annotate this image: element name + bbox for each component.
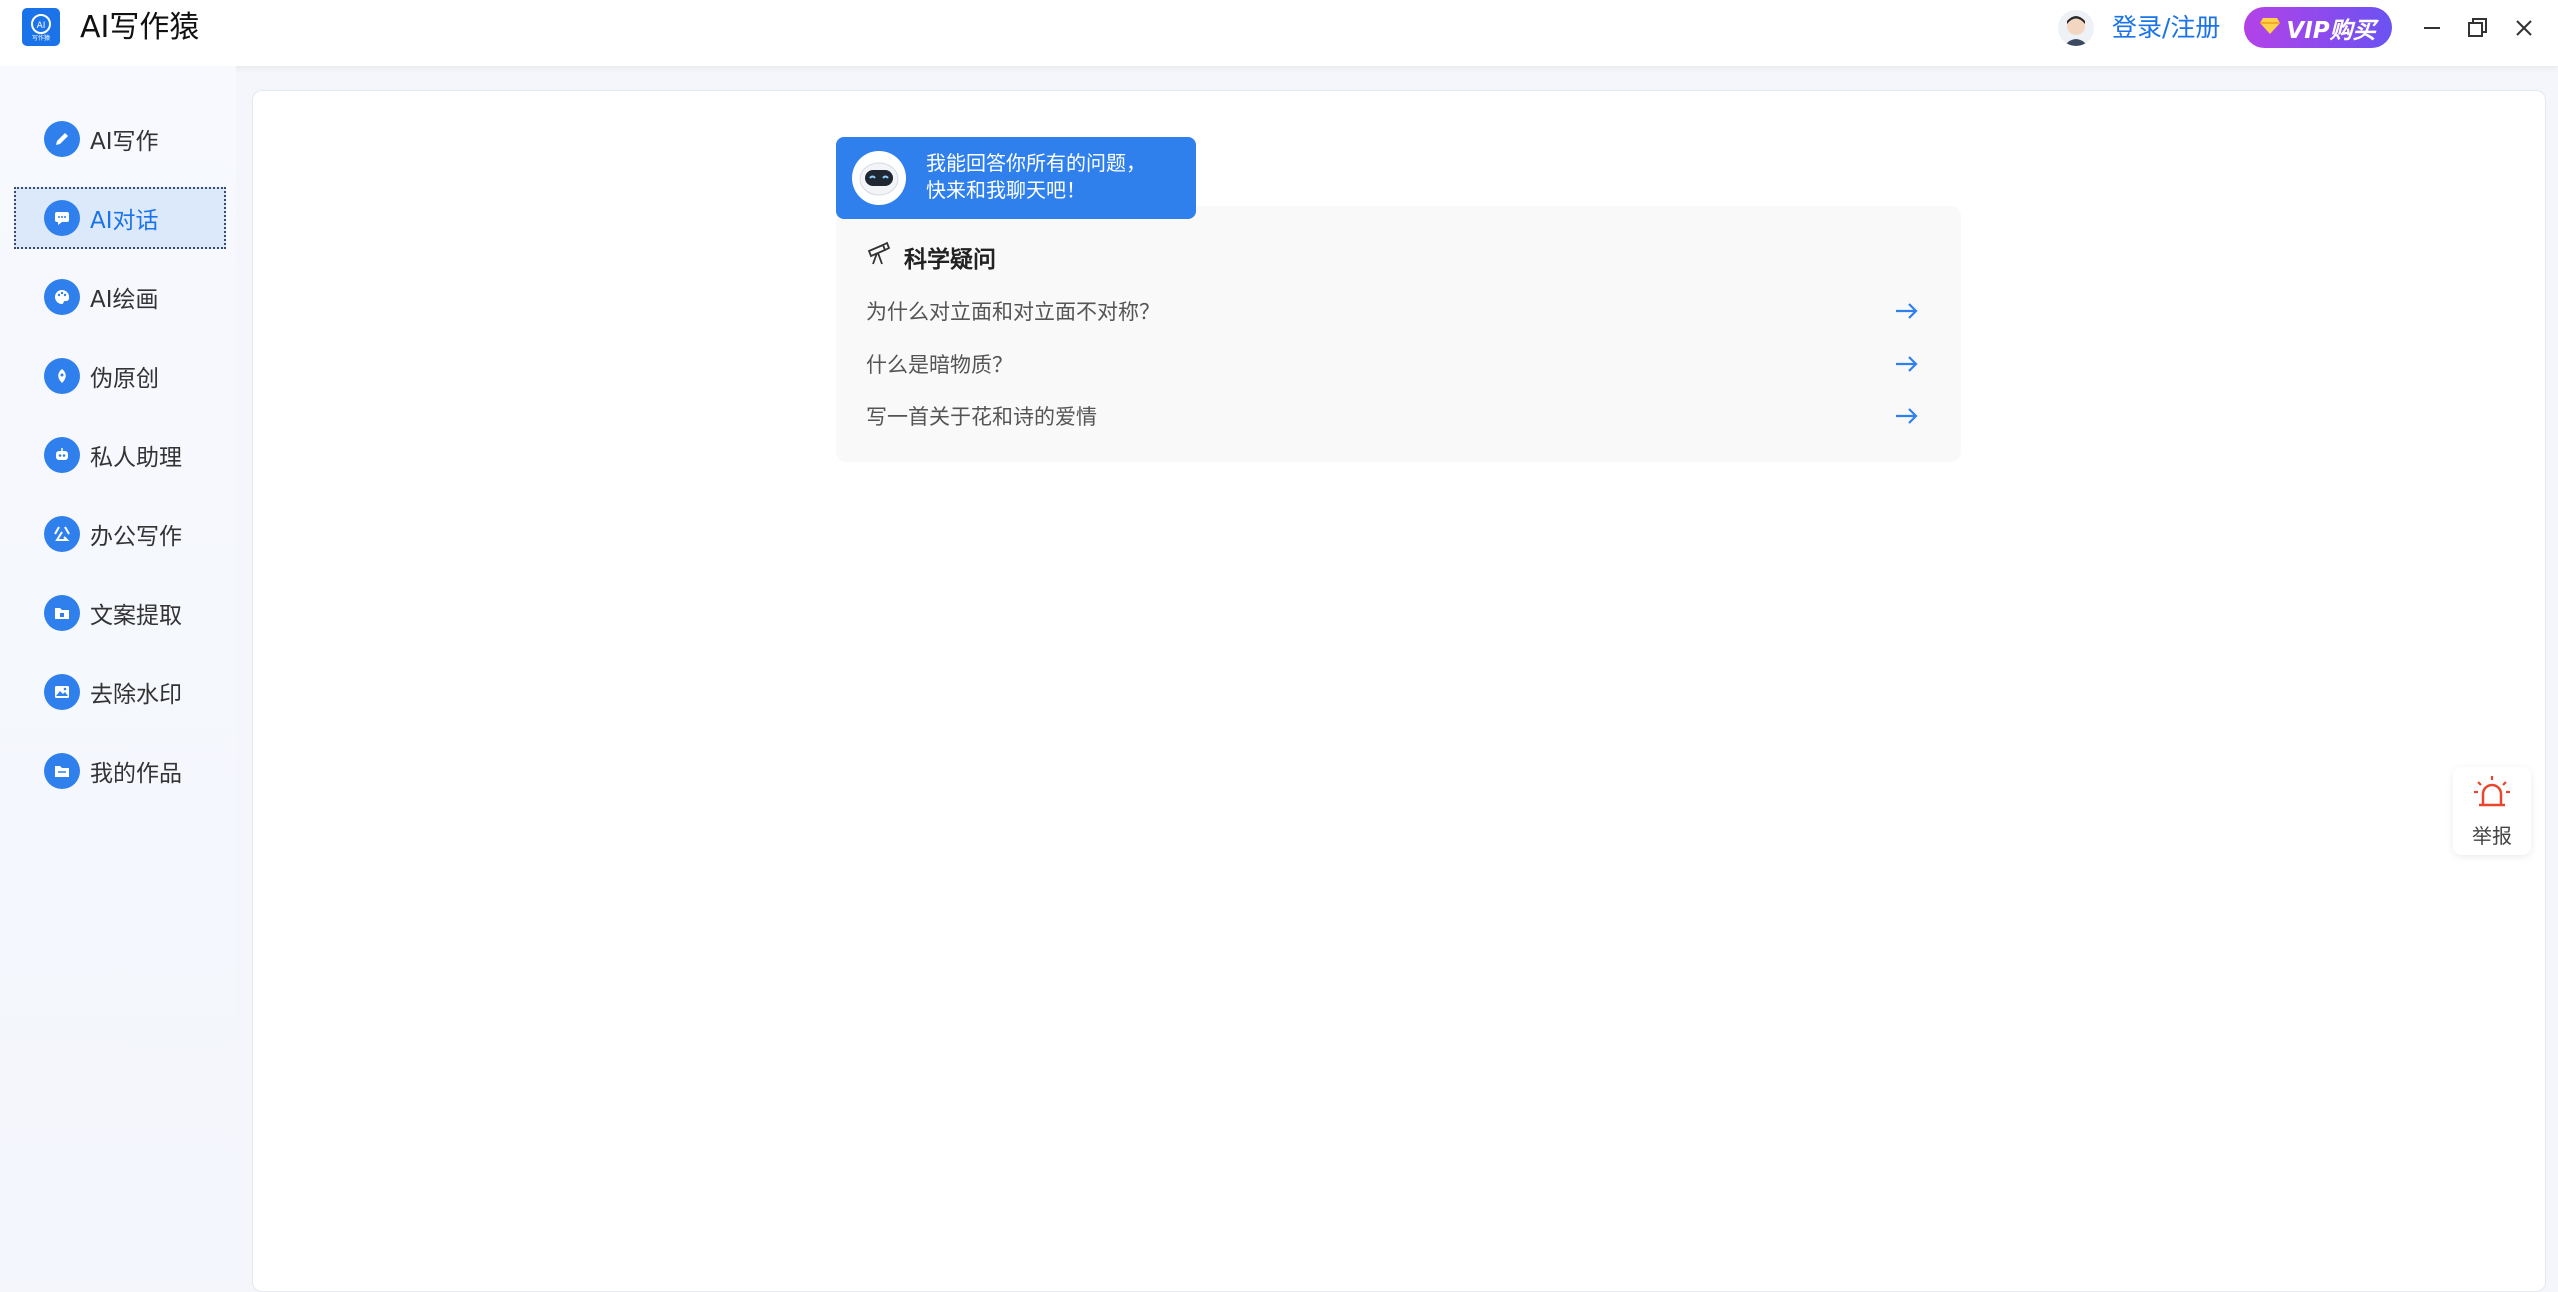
close-button[interactable] xyxy=(2508,12,2540,44)
image-icon xyxy=(44,674,80,710)
svg-text:写作猿: 写作猿 xyxy=(32,34,50,42)
vip-purchase-button[interactable]: VIP购买 xyxy=(2244,7,2392,48)
folder-icon xyxy=(44,753,80,789)
sidebar-item-ai-writing[interactable]: AI写作 xyxy=(14,108,226,170)
question-item[interactable]: 写一首关于花和诗的爱情 xyxy=(866,396,1920,436)
folder-icon xyxy=(44,595,80,631)
sidebar-item-copy-extraction[interactable]: 文案提取 xyxy=(14,582,226,644)
user-avatar[interactable] xyxy=(2058,10,2094,46)
pencil-icon xyxy=(44,121,80,157)
palette-icon xyxy=(44,279,80,315)
vip-label: VIP购买 xyxy=(2286,17,2376,44)
sidebar-item-personal-assistant[interactable]: 私人助理 xyxy=(14,424,226,486)
greeting-bubble: 我能回答你所有的问题， 快来和我聊天吧！ xyxy=(836,137,1196,219)
minimize-button[interactable] xyxy=(2416,12,2448,44)
robot-icon xyxy=(44,437,80,473)
title-bar: AI 写作猿 AI写作猿 登录/注册 VIP购买 xyxy=(0,0,2558,66)
arrow-right-icon xyxy=(1894,301,1920,321)
svg-text:AI: AI xyxy=(37,21,46,31)
sidebar-item-remove-watermark[interactable]: 去除水印 xyxy=(14,661,226,723)
close-icon xyxy=(2516,20,2532,36)
sidebar-item-ai-drawing[interactable]: AI绘画 xyxy=(14,266,226,328)
chat-icon xyxy=(44,200,80,236)
question-item[interactable]: 为什么对立面和对立面不对称？ xyxy=(866,291,1920,331)
report-button[interactable]: 举报 xyxy=(2453,767,2531,855)
greeting-line-1: 我能回答你所有的问题， xyxy=(926,151,1146,175)
sidebar: AI写作 AI对话 AI绘画 伪原创 私人助理 办公写作 文案提取 去除水印 我… xyxy=(0,66,236,1279)
pen-nib-icon xyxy=(44,358,80,394)
sidebar-item-pseudo-original[interactable]: 伪原创 xyxy=(14,345,226,407)
question-item[interactable]: 什么是暗物质？ xyxy=(866,344,1920,384)
sidebar-item-ai-chat[interactable]: AI对话 xyxy=(14,187,226,249)
section-title: 科学疑问 xyxy=(904,247,996,273)
sidebar-item-my-works[interactable]: 我的作品 xyxy=(14,740,226,802)
greeting-line-2: 快来和我聊天吧！ xyxy=(926,178,1086,202)
app-title: AI写作猿 xyxy=(80,10,200,45)
alarm-icon xyxy=(2472,774,2512,816)
gong-icon xyxy=(44,516,80,552)
restore-button[interactable] xyxy=(2462,12,2494,44)
app-logo: AI 写作猿 xyxy=(22,8,60,46)
diamond-icon xyxy=(2260,15,2281,41)
minimize-icon xyxy=(2424,27,2440,29)
report-label: 举报 xyxy=(2472,823,2512,848)
robot-avatar-icon xyxy=(852,151,906,205)
telescope-icon xyxy=(866,241,892,273)
restore-icon xyxy=(2468,18,2487,37)
section-header: 科学疑问 xyxy=(866,240,996,274)
sidebar-item-office-writing[interactable]: 办公写作 xyxy=(14,503,226,565)
arrow-right-icon xyxy=(1894,406,1920,426)
arrow-right-icon xyxy=(1894,354,1920,374)
login-register-link[interactable]: 登录/注册 xyxy=(2112,10,2220,46)
